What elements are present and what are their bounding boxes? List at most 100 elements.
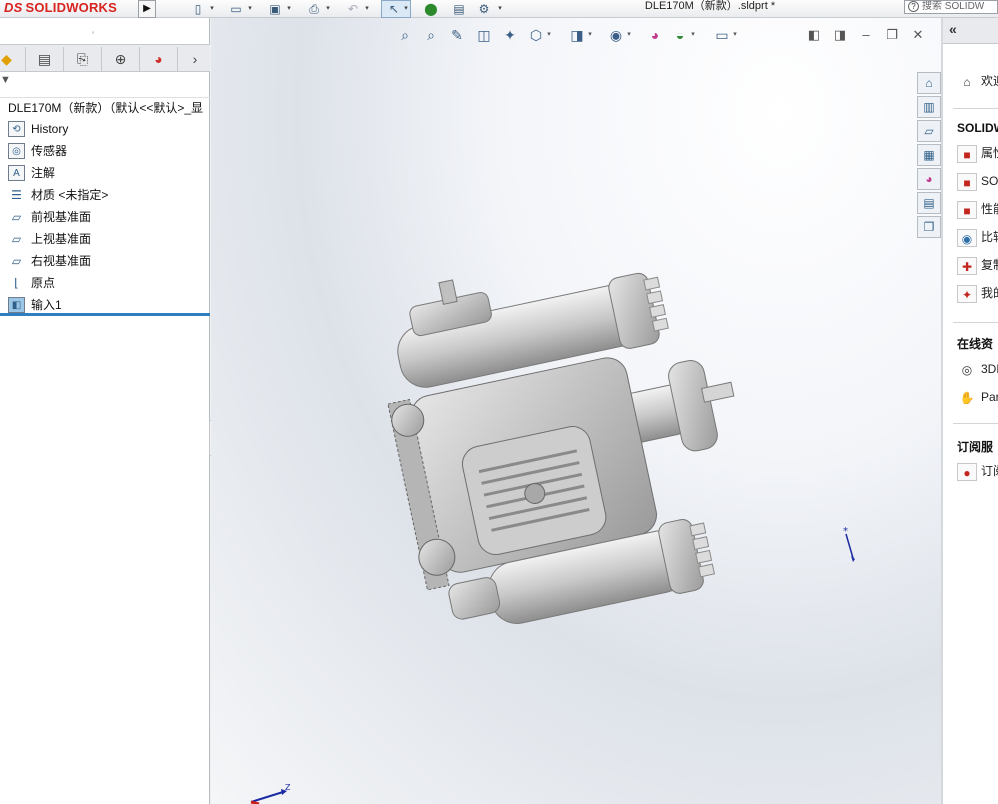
copy-settings-icon: ✚ [957,256,977,275]
engine-model-render[interactable] [381,258,751,638]
dimxpert-icon: ⊕ [114,51,127,67]
options-dropdown[interactable]: ▾ [496,1,504,17]
undo-icon[interactable]: ↶ [343,1,363,17]
menu-flyout-button[interactable]: ▶ [138,0,156,18]
open-dropdown[interactable]: ▾ [246,1,254,17]
tab-view-palette[interactable]: ▦ [917,144,941,166]
tile-right-icon[interactable]: ◨ [830,26,850,44]
view-orientation-icon[interactable]: ⬡ [525,24,547,46]
undo-dropdown[interactable]: ▾ [363,1,371,17]
resource-link-properties[interactable]: ■ 属性 [957,142,998,164]
solidworks-logo[interactable]: DS SOLIDWORKS [0,0,121,18]
tab-custom-properties[interactable]: ▤ [917,192,941,214]
resource-link-my[interactable]: ✦ 我的 [957,282,998,304]
file-properties-icon[interactable]: ▤ [449,1,469,17]
section-solidworks-tools: SOLIDW [957,121,998,135]
folder-icon: ▱ [924,124,934,138]
section-online-resources: 在线资 [957,337,994,351]
print-dropdown[interactable]: ▾ [324,1,332,17]
view-triad-icon: Z [250,783,291,804]
save-dropdown[interactable]: ▾ [285,1,293,17]
tree-item-top-plane[interactable]: ▱ 上视基准面 [0,228,210,250]
view-settings-icon[interactable]: ▭ [711,24,733,46]
reference-triad-icon: * [843,526,855,562]
resource-link-sol[interactable]: ■ SOL [957,170,998,192]
tree-root-part[interactable]: DLE170M（新款）（默认<<默认>_显 [0,98,210,118]
tree-item-right-plane[interactable]: ▱ 右视基准面 [0,250,210,272]
section-view-icon[interactable]: ◫ [473,24,495,46]
logo-text: SOLIDWORKS [25,0,118,15]
tree-item-origin[interactable]: ⌊ 原点 [0,272,210,294]
svg-text:*: * [843,526,848,537]
scene-dropdown[interactable]: ▾ [689,24,697,46]
tab-configuration-manager[interactable]: ⎘ [64,47,102,71]
graphics-viewport[interactable]: ⌕ ⌕ ✎ ◫ ✦ ⬡ ▾ ◨ ▾ ◉ ▾ ◕ ◒ ▾ ▭ ▾ ◧ ◨ – ❐ … [211,18,941,804]
triad-z-label: Z [285,783,291,792]
task-pane: « ⌂ 欢迎 SOLIDW ■ 属性 ■ SOL ■ 性能 ◉ 比较 ✚ 复制 ✦ 我的 在线… [943,18,998,804]
resource-link-copy[interactable]: ✚ 复制 [957,254,998,276]
online-link-3de[interactable]: ◎ 3DE [957,358,998,380]
options-icon[interactable]: ⚙ [474,1,494,17]
zoom-to-fit-icon[interactable]: ⌕ [394,24,416,46]
resource-label: 复制 [981,258,998,272]
tree-item-imported1[interactable]: ◧ 输入1 [0,294,210,316]
tree-item-front-plane[interactable]: ▱ 前视基准面 [0,206,210,228]
view-orientation-dropdown[interactable]: ▾ [545,24,553,46]
apply-scene-icon[interactable]: ◒ [669,24,691,46]
document-title: DLE170M（新款）.sldprt * [644,0,776,12]
home-icon: ⌂ [963,74,971,89]
search-box[interactable]: ? 搜索 SOLIDW [904,0,998,14]
tab-solidworks-resources[interactable]: ⌂ [917,72,941,94]
welcome-label: 欢迎 [981,74,998,88]
origin-icon: ⌊ [14,276,19,290]
zoom-to-area-icon[interactable]: ⌕ [420,24,442,46]
custom-properties-icon: ▤ [923,196,935,210]
close-icon[interactable]: ✕ [908,26,928,44]
save-icon[interactable]: ▣ [265,1,285,17]
dynamic-annotation-icon[interactable]: ✦ [499,24,521,46]
tree-item-label: 原点 [31,276,56,290]
select-tool-button[interactable]: ↖ ▾ [381,0,411,18]
history-icon: ⟲ [8,121,25,137]
tree-item-label: 上视基准面 [31,232,92,246]
rebuild-icon[interactable]: ⬤ [421,1,441,17]
collapse-pane-icon[interactable]: « [949,21,957,37]
tile-left-icon[interactable]: ◧ [804,26,824,44]
tab-appearances[interactable]: ◕ [917,168,941,190]
subscription-link[interactable]: ● 订阅 [957,460,998,482]
tab-dimxpert-manager[interactable]: ⊕ [102,47,140,71]
resource-link-performance[interactable]: ■ 性能 [957,198,998,220]
hide-show-dropdown[interactable]: ▾ [625,24,633,46]
tree-item-annotations[interactable]: A 注解 [0,162,210,184]
tab-file-explorer[interactable]: ▱ [917,120,941,142]
display-style-icon[interactable]: ◨ [566,24,588,46]
display-style-dropdown[interactable]: ▾ [586,24,594,46]
tree-item-sensors[interactable]: ◎ 传感器 [0,140,210,162]
hide-show-items-icon[interactable]: ◉ [605,24,627,46]
online-label: Par [981,390,998,404]
annotation-icon: A [8,165,25,181]
tab-design-library[interactable]: ▥ [917,96,941,118]
tree-item-history[interactable]: ⟲ History [0,118,210,140]
restore-icon[interactable]: ❐ [882,26,902,44]
minimize-icon[interactable]: – [856,26,876,44]
online-link-partner[interactable]: ✋ Par [957,386,998,408]
tree-filter-row[interactable]: ▼ [0,72,210,98]
new-document-icon[interactable]: ▯ [188,1,208,17]
panel-grip-icon[interactable]: ◦ [88,28,98,37]
edit-appearance-icon[interactable]: ◕ [644,24,666,46]
tab-feature-manager[interactable]: ◆ [0,47,26,71]
print-icon[interactable]: ⎙ [304,1,324,17]
open-icon[interactable]: ▭ [226,1,246,17]
tab-more[interactable]: › [180,47,210,71]
filter-icon[interactable]: ▼ [0,74,11,86]
tab-property-manager[interactable]: ▤ [26,47,64,71]
previous-view-icon[interactable]: ✎ [446,24,468,46]
tab-forum[interactable]: ❐ [917,216,941,238]
resource-link-compare[interactable]: ◉ 比较 [957,226,998,248]
tree-item-material[interactable]: ☰ 材质 <未指定> [0,184,210,206]
welcome-link[interactable]: ⌂ 欢迎 [957,70,998,92]
new-dropdown[interactable]: ▾ [208,1,216,17]
view-settings-dropdown[interactable]: ▾ [731,24,739,46]
tab-display-manager[interactable]: ◕ [140,47,178,71]
